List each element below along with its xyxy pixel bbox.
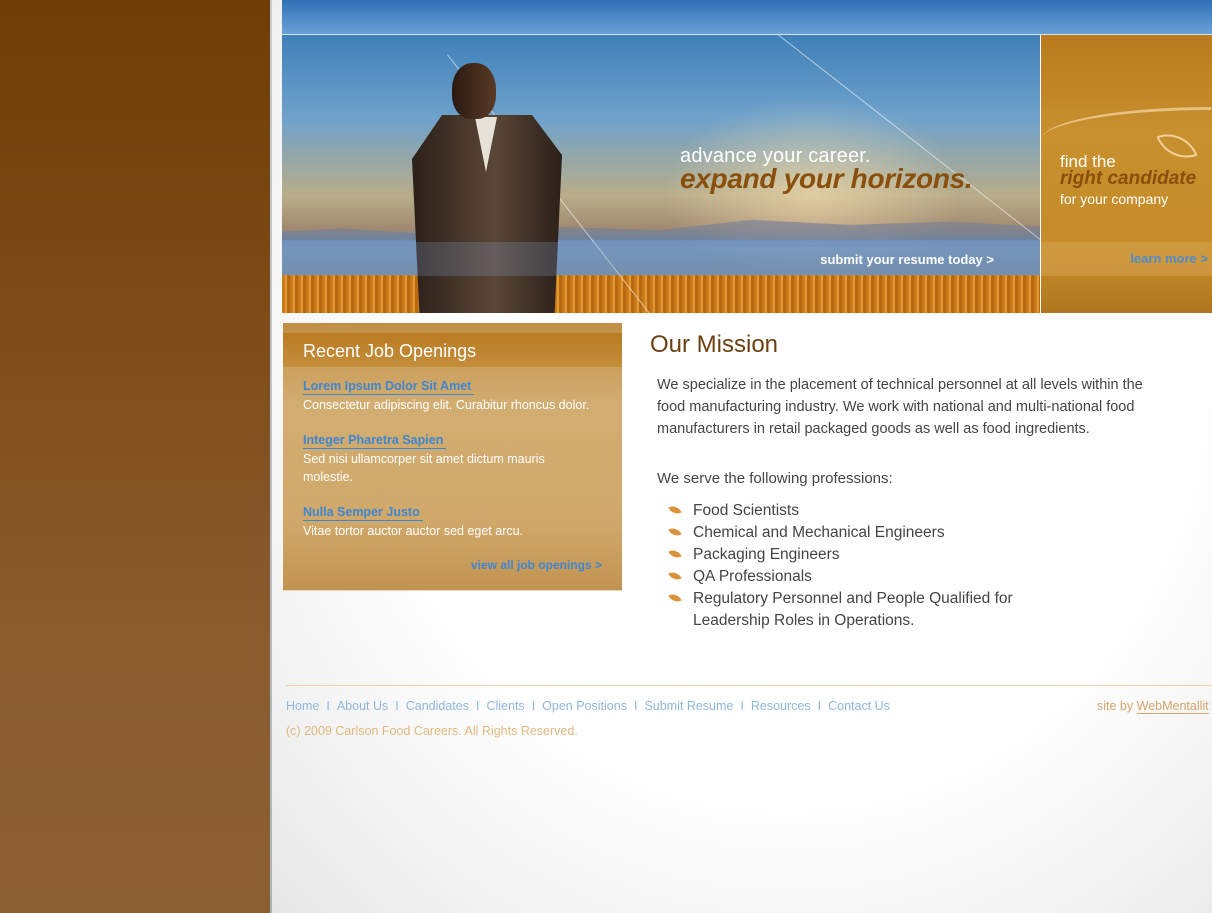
site-by-link[interactable]: WebMentallit — [1136, 699, 1209, 714]
profession-label: QA Professionals — [693, 568, 812, 585]
top-bar — [282, 0, 1212, 35]
footer-link-about-us[interactable]: About Us — [337, 699, 388, 713]
hero-wheat-field — [282, 275, 1040, 313]
leaf-bullet-icon — [668, 569, 682, 583]
footer-separator: I — [531, 699, 536, 713]
professions-intro: We serve the following professions: — [657, 470, 893, 487]
profession-label: Food Scientists — [693, 502, 799, 519]
leaf-bullet-icon — [668, 503, 682, 517]
footer-link-open-positions[interactable]: Open Positions — [542, 699, 627, 713]
list-item: QA Professionals — [668, 566, 1048, 588]
footer-divider — [286, 685, 1212, 686]
job-link[interactable]: Integer Pharetra Sapien — [303, 432, 447, 449]
footer-link-home[interactable]: Home — [286, 699, 319, 713]
left-background — [0, 0, 270, 913]
footer-separator: I — [740, 699, 744, 713]
hero-banner: advance your career. expand your horizon… — [282, 35, 1040, 313]
footer-separator: I — [326, 699, 330, 713]
footer-link-clients[interactable]: Clients — [486, 699, 524, 713]
promo-line-3: for your company — [1060, 191, 1169, 207]
footer-nav: Home I About Us I Candidates I Clients I Open Po… — [286, 699, 890, 713]
footer-link-submit-resume[interactable]: Submit Resume — [644, 699, 733, 713]
leaf-bullet-icon — [668, 525, 682, 539]
recent-jobs-box: Recent Job Openings Lorem Ipsum Dolor Si… — [283, 323, 622, 591]
footer-separator: I — [475, 699, 480, 713]
leaf-bullet-icon — [668, 547, 682, 561]
hero-tagline-2: expand your horizons. — [680, 163, 973, 194]
view-all-jobs-link[interactable]: view all job openings > — [471, 558, 602, 572]
list-item: Packaging Engineers — [668, 544, 1048, 566]
recent-jobs-title: Recent Job Openings — [303, 341, 477, 361]
profession-label: Chemical and Mechanical Engineers — [693, 524, 945, 541]
job-description: Vitae tortor auctor auctor sed eget arcu… — [303, 524, 524, 538]
job-link[interactable]: Nulla Semper Justo — [303, 504, 423, 521]
hero-person-head — [452, 63, 496, 119]
job-description: Consectetur adipiscing elit. Curabitur r… — [303, 398, 590, 412]
swoosh-decoration — [1041, 107, 1211, 140]
mission-title: Our Mission — [650, 331, 779, 358]
footer-separator: I — [395, 699, 399, 713]
copyright-text: (c) 2009 Carlson Food Careers. All Right… — [286, 724, 578, 738]
promo-panel: find the right candidate for your compan… — [1041, 35, 1212, 313]
mission-text: We specialize in the placement of techni… — [657, 377, 1143, 437]
footer-link-candidates[interactable]: Candidates — [406, 699, 469, 713]
submit-resume-link[interactable]: submit your resume today > — [820, 252, 994, 267]
site-credit: site by WebMentallit — [1097, 699, 1209, 714]
profession-label: Packaging Engineers — [693, 546, 840, 563]
footer-link-resources[interactable]: Resources — [751, 699, 811, 713]
profession-label: Regulatory Personnel and People Qualifie… — [693, 590, 1013, 629]
leaf-bullet-icon — [668, 591, 682, 605]
footer-separator: I — [817, 699, 822, 713]
footer-separator: I — [633, 699, 638, 713]
site-by-label: site by — [1097, 699, 1134, 713]
list-item: Chemical and Mechanical Engineers — [668, 522, 1048, 544]
job-link[interactable]: Lorem Ipsum Dolor Sit Amet — [303, 378, 475, 395]
footer-link-contact-us[interactable]: Contact Us — [828, 699, 890, 713]
job-description: Sed nisi ullamcorper sit amet dictum mau… — [303, 452, 545, 484]
promo-line-2: right candidate — [1060, 168, 1197, 189]
professions-list: Food Scientists Chemical and Mechanical … — [668, 500, 1048, 632]
list-item: Regulatory Personnel and People Qualifie… — [668, 588, 1048, 632]
learn-more-link[interactable]: learn more > — [1130, 251, 1208, 266]
list-item: Food Scientists — [668, 500, 1048, 522]
